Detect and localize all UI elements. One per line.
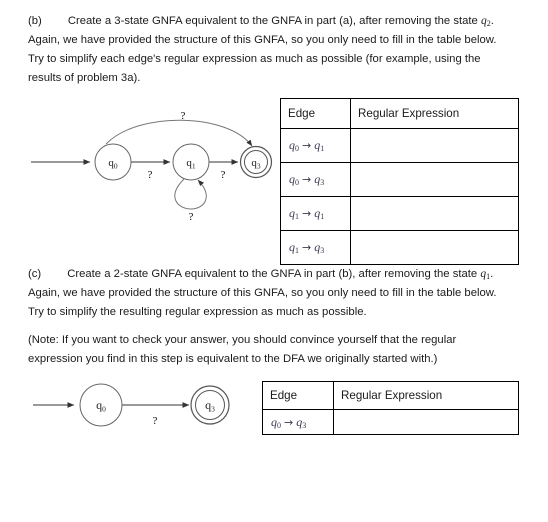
table-row: q1 → q1: [280, 196, 519, 231]
table-header-row: Edge Regular Expression: [280, 98, 519, 129]
part-b-edge-table: Edge Regular Expression q0 → q1 q0 → q3 q1 → q…: [280, 98, 519, 265]
part-c-tag: (c): [28, 268, 42, 280]
regex-input-q0-q1[interactable]: [350, 128, 519, 163]
regex-input-q0-q3[interactable]: [333, 409, 519, 435]
gnfa-3-state-diagram: q0 q1 q3 ? ? ? ?: [28, 105, 278, 220]
table-row: q0 → q3: [262, 409, 519, 435]
state-q0: q0: [94, 143, 132, 181]
table-row: q1 → q3: [280, 230, 519, 265]
part-c-line-2: Again, we have provided the structure of…: [28, 287, 497, 299]
edge-label-q0-q1: ?: [148, 169, 153, 181]
edge-label-q1-self: ?: [189, 211, 194, 220]
part-c-instructions: (c) Create a 2-state GNFA equivalent to t…: [28, 265, 528, 322]
state-q1-inline: q1: [480, 268, 491, 281]
edge-q0-to-q1: q0 → q1: [280, 128, 351, 163]
table-row: q0 → q1: [280, 128, 519, 163]
state-q3-accepting: q3: [190, 385, 230, 425]
header-regex: Regular Expression: [333, 381, 519, 410]
part-c-note: (Note: If you want to check your answer,…: [28, 331, 528, 369]
edge-label-q0-q3: ?: [181, 110, 186, 122]
regex-input-q1-q1[interactable]: [350, 196, 519, 231]
edge-q0-q3-arc: [105, 119, 253, 147]
table-header-row: Edge Regular Expression: [262, 381, 519, 410]
header-edge: Edge: [280, 98, 351, 129]
note-line-1: (Note: If you want to check your answer,…: [28, 334, 457, 346]
part-b-line-2: Again, we have provided the structure of…: [28, 34, 497, 46]
gnfa-2-state-diagram: q0 q3 ?: [28, 380, 258, 440]
part-b-line-3: Try to simplify each edge's regular expr…: [28, 53, 481, 65]
table-row: q0 → q3: [280, 162, 519, 197]
part-b-line-4: results of problem 3a).: [28, 72, 141, 84]
state-q3-accepting: q3: [239, 145, 273, 179]
part-c-edge-table: Edge Regular Expression q0 → q3: [262, 381, 519, 435]
part-c-line-1: (c) Create a 2-state GNFA equivalent to t…: [28, 265, 528, 284]
part-c-line-1-text: Create a 2-state GNFA equivalent to the …: [67, 268, 478, 280]
part-c-line-3: Try to simplify the resulting regular ex…: [28, 306, 367, 318]
part-b-tag: (b): [28, 15, 42, 27]
state-q1: q1: [172, 143, 210, 181]
part-b-line-1: (b) Create a 3-state GNFA equivalent to t…: [28, 12, 528, 31]
edge-label-q1-q3: ?: [221, 169, 226, 181]
edge-q0-to-q3: q0 → q3: [262, 409, 334, 435]
edge-q1-to-q3: q1 → q3: [280, 230, 351, 265]
edge-q0-to-q3: q0 → q3: [280, 162, 351, 197]
part-b-line-1-text: Create a 3-state GNFA equivalent to the …: [67, 15, 478, 27]
regex-input-q1-q3[interactable]: [350, 230, 519, 265]
edge-label-q0-q3: ?: [153, 415, 158, 427]
note-line-2: expression you find in this step is equi…: [28, 353, 438, 365]
state-q2-inline: q2: [480, 15, 491, 28]
state-q0: q0: [79, 383, 123, 427]
edge-q1-self-loop: [174, 178, 207, 210]
header-edge: Edge: [262, 381, 334, 410]
header-regex: Regular Expression: [350, 98, 519, 129]
part-b-instructions: (b) Create a 3-state GNFA equivalent to t…: [28, 12, 528, 88]
edge-q1-to-q1: q1 → q1: [280, 196, 351, 231]
regex-input-q0-q3[interactable]: [350, 162, 519, 197]
